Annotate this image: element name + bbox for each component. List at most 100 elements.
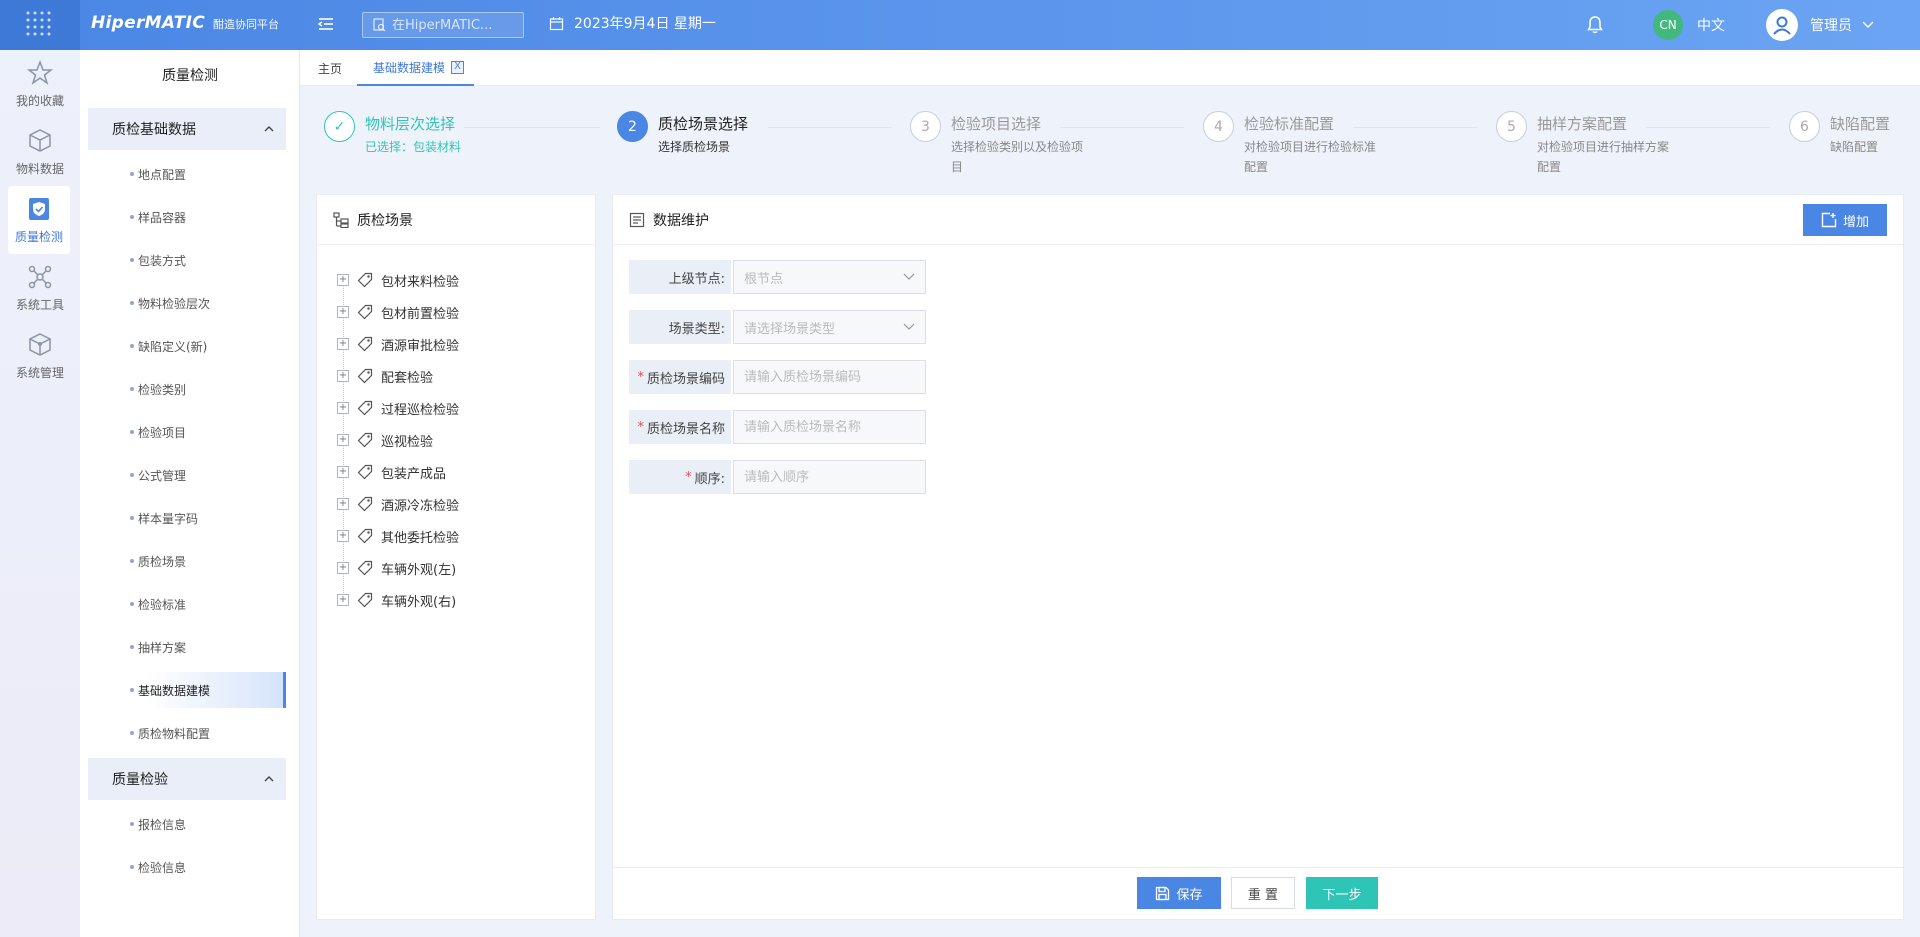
scene-type-select[interactable]: 请选择场景类型 xyxy=(733,310,926,344)
order-input[interactable] xyxy=(744,469,914,485)
rail-item-quality[interactable]: 质量检测 xyxy=(8,186,70,254)
expand-icon[interactable]: + xyxy=(337,274,349,286)
sidebar-item-data-modeling[interactable]: 基础数据建模 xyxy=(88,672,286,708)
next-step-button[interactable]: 下一步 xyxy=(1306,877,1378,909)
step-number: 4 xyxy=(1203,111,1234,142)
rail-item-material[interactable]: 物料数据 xyxy=(0,118,80,186)
step-desc: 缺陷配置 xyxy=(1830,140,1879,154)
scene-name-input[interactable] xyxy=(744,419,914,435)
check-icon: ✓ xyxy=(324,111,355,142)
save-button[interactable]: 保存 xyxy=(1137,877,1221,909)
add-button[interactable]: 增加 xyxy=(1803,204,1887,236)
tag-icon xyxy=(357,464,373,480)
sidebar-item-formula[interactable]: 公式管理 xyxy=(88,457,286,493)
tag-icon xyxy=(357,336,373,352)
sidebar-item-inspection-item[interactable]: 检验项目 xyxy=(88,414,286,450)
search-input[interactable] xyxy=(392,17,510,33)
tag-icon xyxy=(357,592,373,608)
chevron-up-icon xyxy=(264,776,274,782)
sidebar-item-inspection-info[interactable]: 检验信息 xyxy=(88,849,286,885)
scene-code-input[interactable] xyxy=(744,369,914,385)
step-3[interactable]: 3 检验项目选择 选择检验类别以及检验项目 xyxy=(910,111,1091,177)
step-1[interactable]: ✓ 物料层次选择 已选择：包装材料 xyxy=(324,111,505,157)
rail-item-favorites[interactable]: 我的收藏 xyxy=(0,50,80,118)
sidebar-item-location[interactable]: 地点配置 xyxy=(88,156,286,192)
sidebar: 质量检测 质检基础数据 地点配置 样品容器 包装方式 物料检验层次 缺陷定义(新… xyxy=(80,50,300,937)
step-6[interactable]: 6 缺陷配置 缺陷配置 xyxy=(1789,111,1900,157)
sidebar-group-quality-inspection[interactable]: 质量检验 xyxy=(88,758,286,800)
tree-node[interactable]: + 车辆外观(左) xyxy=(337,553,456,583)
tree-node[interactable]: + 其他委托检验 xyxy=(337,521,459,551)
tree-node[interactable]: + 包装产成品 xyxy=(337,457,446,487)
sidebar-item-inspection-category[interactable]: 检验类别 xyxy=(88,371,286,407)
expand-icon[interactable]: + xyxy=(337,338,349,350)
expand-icon[interactable]: + xyxy=(337,530,349,542)
step-2[interactable]: 2 质检场景选择 选择质检场景 xyxy=(617,111,798,157)
field-label: * 质检场景名称 xyxy=(629,410,731,444)
menu-toggle-icon[interactable] xyxy=(316,14,336,34)
tree-node[interactable]: + 包材来料检验 xyxy=(337,265,459,295)
brand-name: HiperMATIC xyxy=(91,13,205,33)
user-menu[interactable]: 管理员 xyxy=(1810,15,1874,35)
sidebar-group-basic-data[interactable]: 质检基础数据 xyxy=(88,108,286,150)
bell-icon[interactable] xyxy=(1586,15,1604,39)
step-5[interactable]: 5 抽样方案配置 对检验项目进行抽样方案配置 xyxy=(1496,111,1677,177)
step-4[interactable]: 4 检验标准配置 对检验项目进行检验标准配置 xyxy=(1203,111,1384,177)
app-logo[interactable] xyxy=(0,0,80,50)
expand-icon[interactable]: + xyxy=(337,466,349,478)
tree-node[interactable]: + 酒源冷冻检验 xyxy=(337,489,459,519)
expand-icon[interactable]: + xyxy=(337,498,349,510)
sidebar-item-material-level[interactable]: 物料检验层次 xyxy=(88,285,286,321)
tree-node[interactable]: + 酒源审批检验 xyxy=(337,329,459,359)
expand-icon[interactable]: + xyxy=(337,434,349,446)
tree-node[interactable]: + 包材前置检验 xyxy=(337,297,459,327)
form-row-scene-code: * 质检场景编码 xyxy=(629,360,926,394)
global-search[interactable] xyxy=(362,12,524,38)
sidebar-item-report-info[interactable]: 报检信息 xyxy=(88,806,286,842)
tab-home[interactable]: 主页 xyxy=(318,50,342,86)
scene-name-field[interactable] xyxy=(733,410,926,444)
tree-icon xyxy=(333,211,349,228)
tree-node[interactable]: + 车辆外观(右) xyxy=(337,585,456,615)
expand-icon[interactable]: + xyxy=(337,306,349,318)
sidebar-item-sample-code[interactable]: 样本量字码 xyxy=(88,500,286,536)
step-number: 5 xyxy=(1496,111,1527,142)
step-number: 3 xyxy=(910,111,941,142)
tree-node[interactable]: + 巡视检验 xyxy=(337,425,433,455)
rail-item-tools[interactable]: 系统工具 xyxy=(0,254,80,322)
scene-code-field[interactable] xyxy=(733,360,926,394)
reset-button[interactable]: 重 置 xyxy=(1231,877,1295,909)
step-connector xyxy=(768,127,892,128)
form-footer: 保存 重 置 下一步 xyxy=(613,867,1903,919)
date-display: 2023年9月4日 星期一 xyxy=(549,13,716,33)
language-label[interactable]: 中文 xyxy=(1697,15,1725,35)
order-field[interactable] xyxy=(733,460,926,494)
parent-node-select[interactable]: 根节点 xyxy=(733,260,926,294)
expand-icon[interactable]: + xyxy=(337,370,349,382)
step-connector xyxy=(1060,127,1184,128)
sidebar-item-inspection-standard[interactable]: 检验标准 xyxy=(88,586,286,622)
tab-data-modeling[interactable]: 基础数据建模 X xyxy=(357,50,475,86)
expand-icon[interactable]: + xyxy=(337,402,349,414)
expand-icon[interactable]: + xyxy=(337,594,349,606)
tree-node[interactable]: + 过程巡检检验 xyxy=(337,393,459,423)
cube-icon xyxy=(29,332,51,356)
sidebar-item-qc-scene[interactable]: 质检场景 xyxy=(88,543,286,579)
star-icon xyxy=(27,59,53,85)
rail-item-system[interactable]: 系统管理 xyxy=(0,322,80,390)
language-badge[interactable]: CN xyxy=(1653,10,1683,40)
sidebar-item-defect-definition[interactable]: 缺陷定义(新) xyxy=(88,328,286,364)
tree-node[interactable]: + 配套检验 xyxy=(337,361,433,391)
sidebar-item-sampling-plan[interactable]: 抽样方案 xyxy=(88,629,286,665)
sidebar-item-packaging[interactable]: 包装方式 xyxy=(88,242,286,278)
sidebar-item-sample-container[interactable]: 样品容器 xyxy=(88,199,286,235)
required-mark: * xyxy=(637,369,644,385)
expand-icon[interactable]: + xyxy=(337,562,349,574)
step-connector xyxy=(464,127,600,128)
close-icon[interactable]: X xyxy=(451,60,465,74)
tag-icon xyxy=(357,304,373,320)
sidebar-item-qc-material-config[interactable]: 质检物料配置 xyxy=(88,715,286,751)
user-avatar-icon[interactable] xyxy=(1766,9,1798,41)
step-desc: 已选择：包装材料 xyxy=(365,140,462,154)
data-maintenance-panel: 数据维护 增加 上级节点: 根节点 场景类型: 请选择场景类型 * 质检场景编码 … xyxy=(612,194,1904,920)
